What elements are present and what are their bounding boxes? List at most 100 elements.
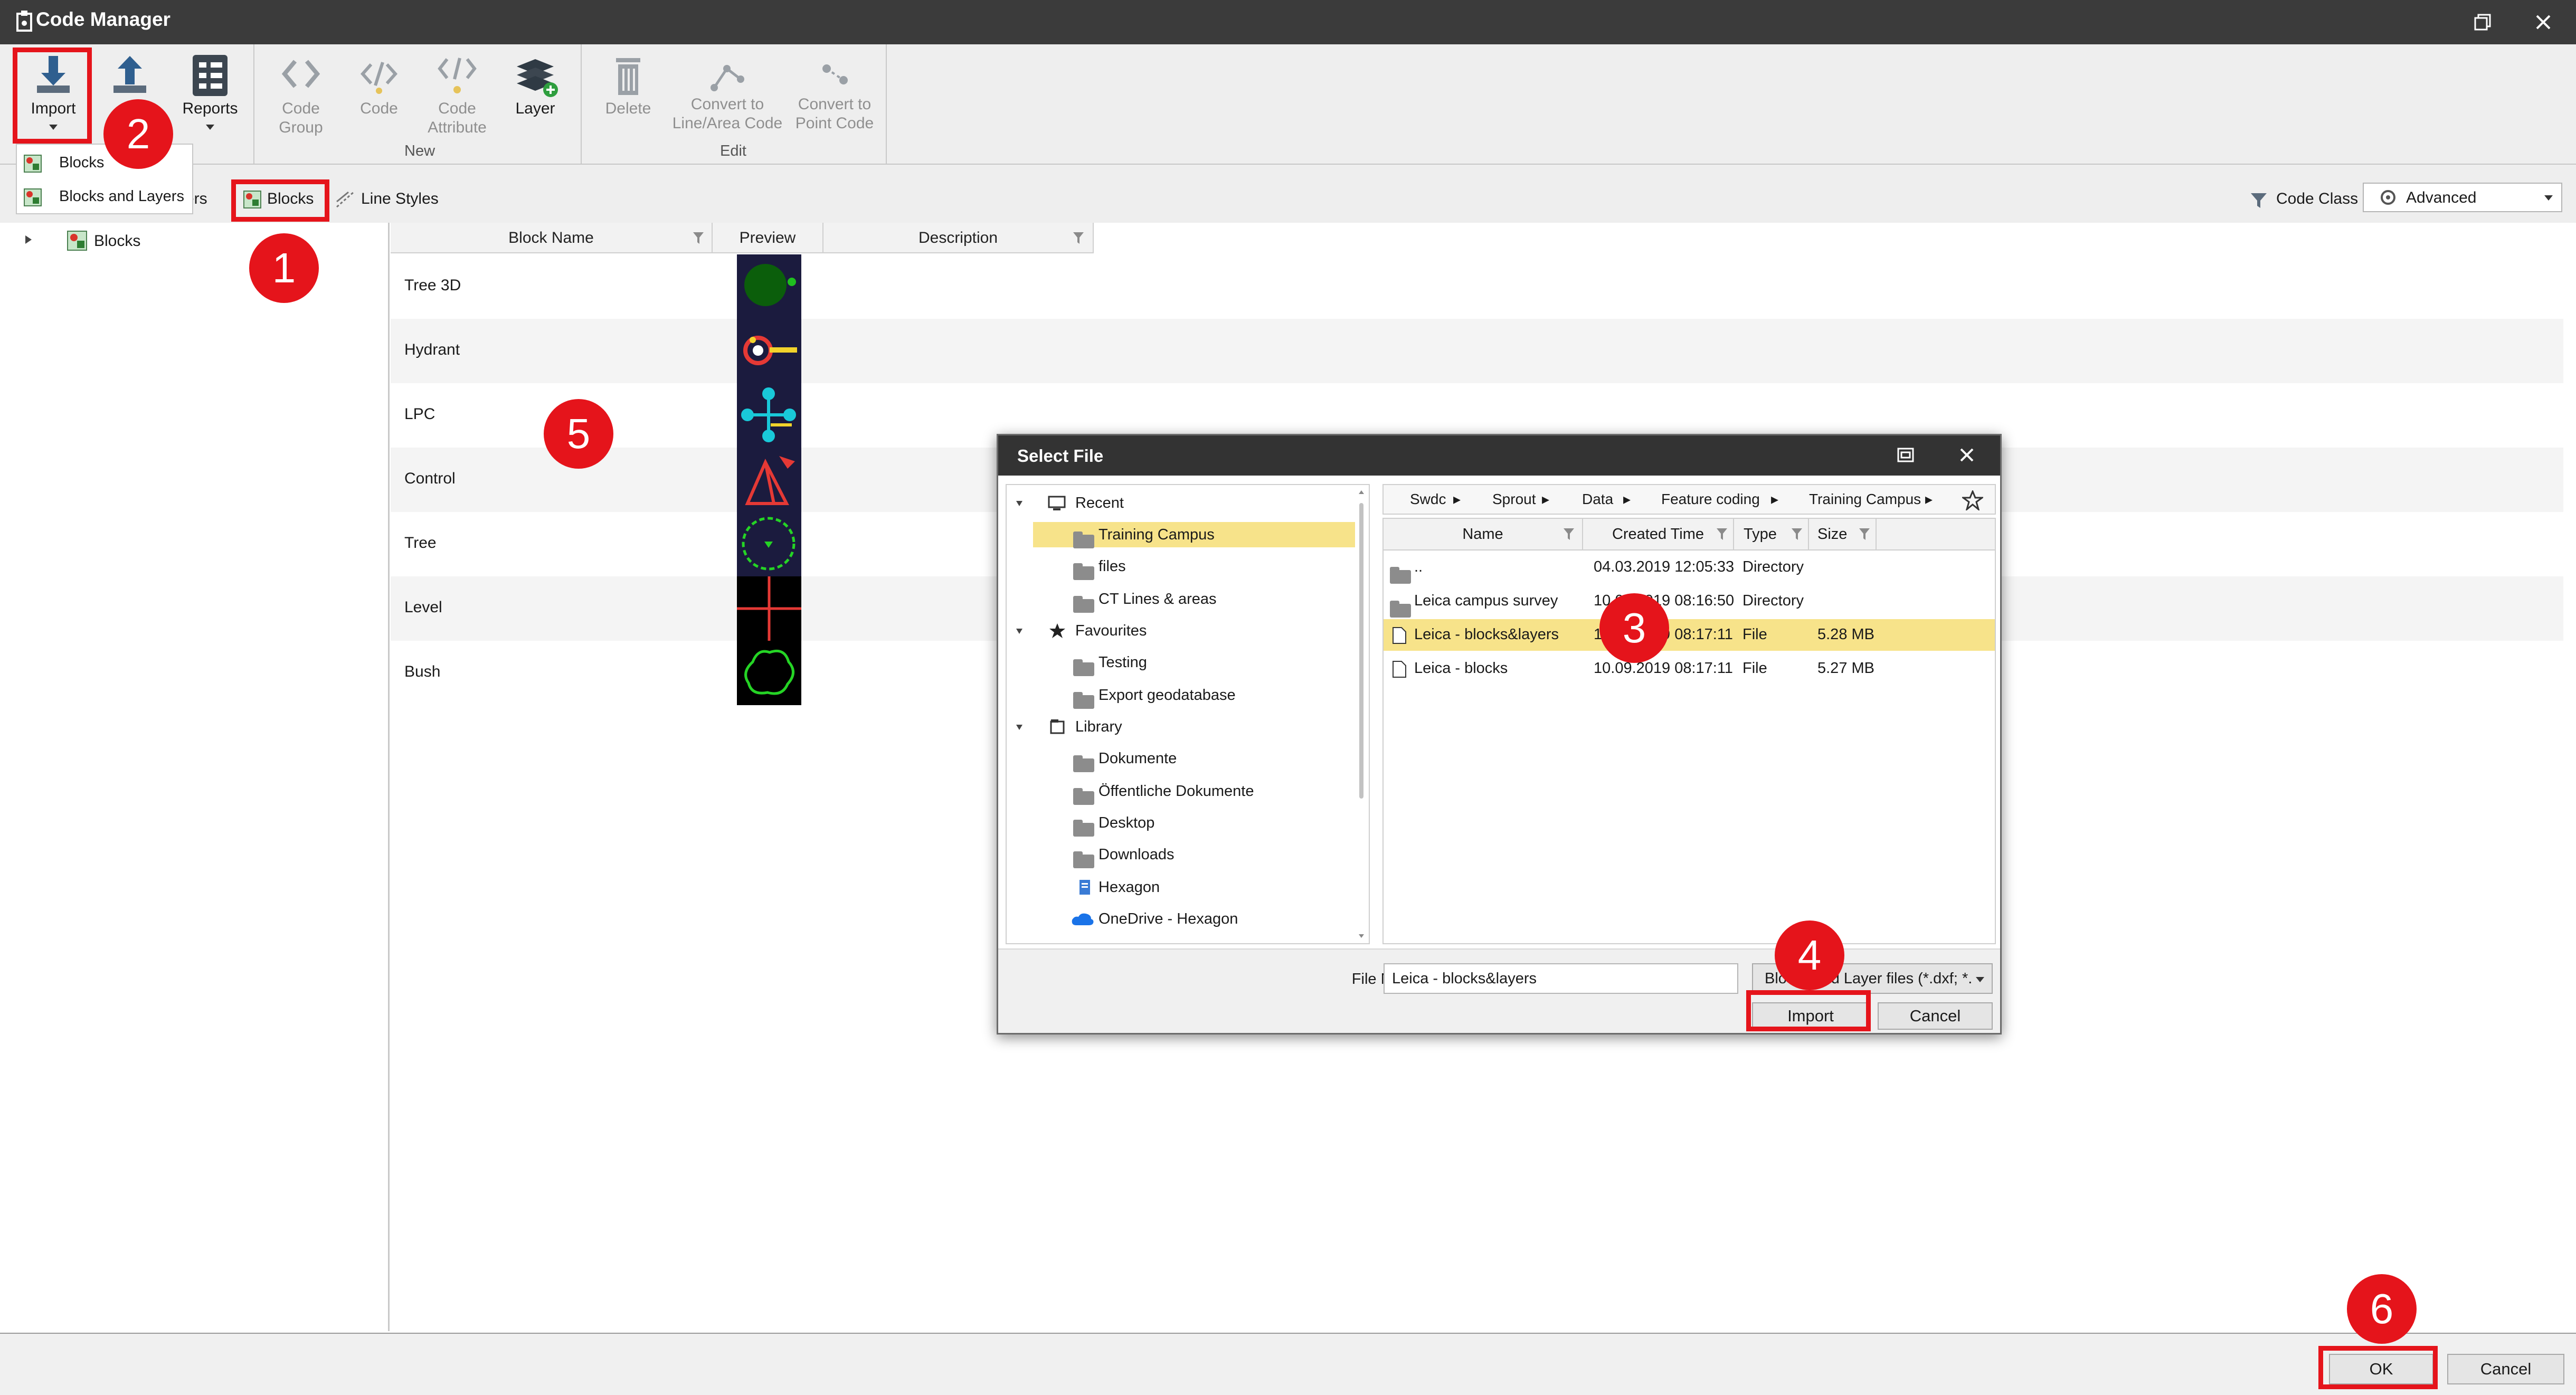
file-list: Name Created Time Type Size .. 04.03.201… bbox=[1382, 518, 1996, 944]
close-icon[interactable] bbox=[1959, 447, 1975, 463]
column-header-type[interactable]: Type bbox=[1734, 519, 1809, 551]
folder-icon bbox=[1073, 851, 1094, 869]
breadcrumb-separator-icon: ▸ bbox=[1925, 491, 1933, 507]
column-header-block-name[interactable]: Block Name bbox=[391, 223, 713, 253]
expand-arrow-icon[interactable] bbox=[24, 234, 33, 245]
tree-node-desktop[interactable]: Desktop bbox=[1033, 810, 1355, 837]
library-icon bbox=[1050, 719, 1065, 734]
collapse-arrow-icon[interactable] bbox=[1015, 628, 1024, 635]
folder-icon bbox=[1073, 596, 1094, 613]
breadcrumb-item[interactable]: Feature coding bbox=[1661, 485, 1760, 514]
tree-node-downloads[interactable]: Downloads bbox=[1033, 842, 1355, 869]
ribbon-separator bbox=[253, 44, 254, 164]
file-row-selected[interactable]: Leica - blocks&layers 10.09.2019 08:17:1… bbox=[1384, 619, 1995, 651]
scrollbar-thumb[interactable] bbox=[1359, 503, 1363, 799]
breadcrumb-item[interactable]: Training Campus bbox=[1809, 485, 1921, 514]
breadcrumb-item[interactable]: Data bbox=[1582, 485, 1613, 514]
filter-icon[interactable] bbox=[693, 231, 704, 246]
folder-icon bbox=[1390, 567, 1411, 584]
column-header-size[interactable]: Size bbox=[1809, 519, 1877, 551]
filter-icon[interactable] bbox=[1563, 527, 1575, 542]
tree-node-export-geodatabase[interactable]: Export geodatabase bbox=[1033, 682, 1355, 709]
file-row[interactable]: Leica campus survey 10.09.2019 08:16:50 … bbox=[1384, 585, 1995, 618]
column-header-description[interactable]: Description bbox=[823, 223, 1094, 253]
delete-button[interactable]: Delete bbox=[591, 44, 665, 165]
filter-icon[interactable] bbox=[1859, 527, 1870, 542]
close-icon[interactable] bbox=[2534, 13, 2553, 32]
code-group-button[interactable]: Code Group bbox=[264, 44, 338, 165]
file-row[interactable]: .. 04.03.2019 12:05:33 Directory bbox=[1384, 552, 1995, 584]
table-row[interactable]: Hydrant bbox=[391, 319, 2563, 383]
scroll-up-icon[interactable] bbox=[1358, 489, 1365, 495]
code-icon bbox=[360, 62, 398, 94]
convert-to-point-code-button[interactable]: Convert to Point Code bbox=[790, 44, 879, 165]
annotation-badge: 2 bbox=[103, 99, 173, 169]
column-header-preview[interactable]: Preview bbox=[713, 223, 823, 253]
breadcrumb-item[interactable]: Sprout bbox=[1492, 485, 1536, 514]
ribbon-separator bbox=[581, 44, 582, 164]
preview-tree bbox=[737, 512, 801, 576]
tree-node-dokumente[interactable]: Dokumente bbox=[1033, 746, 1355, 773]
import-menu-item-blocks-and-layers[interactable]: Blocks and Layers bbox=[17, 182, 193, 212]
computer-icon bbox=[1048, 496, 1066, 510]
table-row[interactable]: Tree 3D bbox=[391, 254, 2563, 319]
folder-icon bbox=[1073, 563, 1094, 581]
layer-icon bbox=[517, 59, 558, 97]
tree-scrollbar[interactable] bbox=[1357, 487, 1366, 942]
tree-node-recent[interactable]: Recent bbox=[1007, 490, 1355, 516]
highlight-import bbox=[13, 48, 92, 144]
annotation-badge: 5 bbox=[544, 399, 613, 469]
folder-icon bbox=[1073, 755, 1094, 773]
maximize-icon[interactable] bbox=[1897, 447, 1915, 463]
folder-icon bbox=[1073, 692, 1094, 709]
collapse-arrow-icon[interactable] bbox=[1015, 500, 1024, 507]
annotation-badge: 1 bbox=[249, 233, 319, 303]
reports-icon bbox=[193, 55, 228, 96]
highlight-ok bbox=[2318, 1346, 2438, 1389]
preview-level bbox=[737, 576, 801, 641]
bush-symbol-icon bbox=[744, 649, 794, 695]
cancel-button[interactable]: Cancel bbox=[1878, 1002, 1993, 1030]
star-icon bbox=[1049, 623, 1065, 638]
tree-node-library[interactable]: Library bbox=[1007, 714, 1355, 739]
tree-node-oeffentliche-dokumente[interactable]: Öffentliche Dokumente bbox=[1033, 779, 1355, 805]
cancel-button[interactable]: Cancel bbox=[2447, 1354, 2564, 1384]
filter-icon[interactable] bbox=[1791, 527, 1803, 542]
code-class-dropdown[interactable]: Advanced bbox=[2363, 183, 2562, 212]
tree-node-training-campus[interactable]: Training Campus bbox=[1033, 522, 1355, 549]
footer-bar: OK Cancel bbox=[0, 1333, 2576, 1395]
scroll-down-icon[interactable] bbox=[1358, 934, 1365, 939]
annotation-badge: 4 bbox=[1775, 920, 1844, 990]
convert-line-icon bbox=[711, 65, 744, 91]
tree-node-onedrive[interactable]: OneDrive - Hexagon bbox=[1033, 906, 1355, 932]
collapse-arrow-icon[interactable] bbox=[1015, 724, 1024, 731]
tree-node-favourites[interactable]: Favourites bbox=[1007, 618, 1355, 643]
export-icon bbox=[113, 56, 146, 93]
filter-icon[interactable] bbox=[2250, 191, 2268, 210]
tree-node-testing[interactable]: Testing bbox=[1033, 650, 1355, 677]
tree-node-ct-lines[interactable]: CT Lines & areas bbox=[1033, 586, 1355, 613]
file-name-input[interactable]: Leica - blocks&layers bbox=[1384, 963, 1738, 994]
dialog-title: Select File bbox=[1017, 446, 1104, 466]
star-icon[interactable] bbox=[1962, 490, 1983, 510]
layer-button[interactable]: Layer bbox=[498, 44, 572, 165]
tree-node-hexagon[interactable]: Hexagon bbox=[1033, 875, 1355, 900]
filter-icon[interactable] bbox=[1073, 231, 1084, 246]
tree-item-blocks[interactable]: Blocks bbox=[20, 227, 379, 253]
breadcrumb-item[interactable]: Swdc bbox=[1410, 485, 1446, 514]
tree-node-files[interactable]: files bbox=[1033, 554, 1355, 581]
search-icon bbox=[2381, 190, 2395, 205]
column-header-name[interactable]: Name bbox=[1384, 519, 1583, 551]
filter-icon[interactable] bbox=[1716, 527, 1728, 542]
blocks-tree: Blocks bbox=[13, 223, 390, 1331]
breadcrumb-separator-icon: ▸ bbox=[1771, 491, 1779, 507]
ribbon-toolbar: Import E Reports Co bbox=[0, 44, 2576, 165]
tab-line-styles[interactable]: Line Styles bbox=[335, 186, 461, 212]
restore-icon[interactable] bbox=[2473, 13, 2492, 32]
folder-icon bbox=[1390, 601, 1411, 618]
highlight-blocks-tab bbox=[231, 179, 329, 222]
preview-control bbox=[737, 448, 801, 512]
window-title: Code Manager bbox=[36, 8, 171, 30]
file-row[interactable]: Leica - blocks 10.09.2019 08:17:11 File … bbox=[1384, 653, 1995, 685]
column-header-created-time[interactable]: Created Time bbox=[1583, 519, 1734, 551]
